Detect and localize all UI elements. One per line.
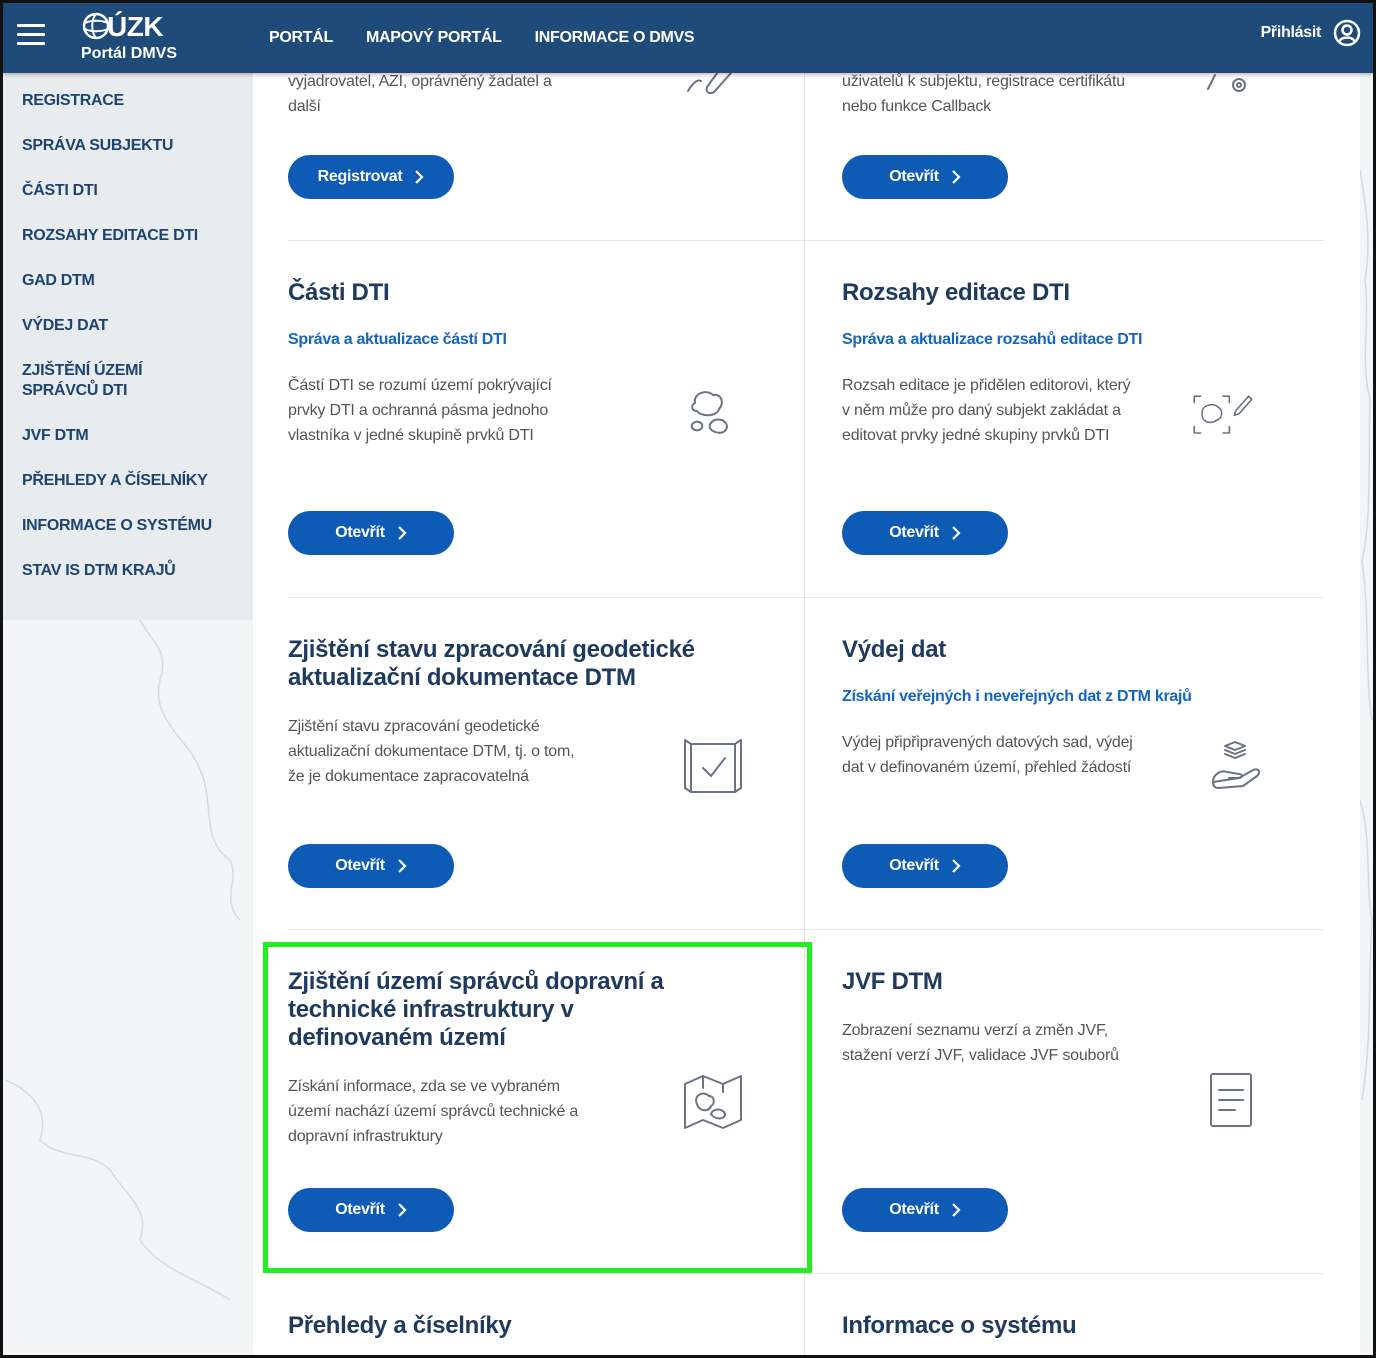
card-title: Přehledy a číselníky xyxy=(288,1312,512,1339)
sidebar-item-zjisteni-uzemi[interactable]: ZJIŠTĚNÍ ÚZEMÍ SPRÁVCŮ DTI xyxy=(3,361,233,401)
login-label: Přihlásit xyxy=(1260,24,1322,41)
card-title: JVF DTM xyxy=(842,968,943,995)
chevron-right-icon xyxy=(397,1203,407,1217)
sidebar-item-sprava-subjektu[interactable]: SPRÁVA SUBJEKTU xyxy=(3,136,253,156)
button-label: Otevřít xyxy=(335,1201,385,1218)
sidebar-item-casti-dti[interactable]: ČÁSTI DTI xyxy=(3,181,253,201)
card-informace: Informace o systému xyxy=(807,1274,1325,1358)
open-button[interactable]: Otevřít xyxy=(288,1188,454,1232)
button-label: Otevřít xyxy=(889,168,939,185)
settings-pen-icon xyxy=(1207,74,1246,92)
cuzk-logo[interactable]: ÚZK Portál DMVS xyxy=(81,9,201,67)
open-button[interactable]: Otevřít xyxy=(842,844,1008,888)
card-title: Výdej dat xyxy=(842,636,946,663)
checked-map-icon xyxy=(684,739,742,793)
nav-info-dmvs[interactable]: INFORMACE O DMVS xyxy=(535,29,695,47)
open-button[interactable]: Otevřít xyxy=(842,155,1008,199)
card-vydej-dat: Výdej dat Získání veřejných i neveřejnýc… xyxy=(807,598,1325,929)
open-button[interactable]: Otevřít xyxy=(288,511,454,555)
card-zjisteni-uzemi: Zjištění území správců dopravní a techni… xyxy=(253,930,771,1273)
sidebar-item-rozsahy-editace[interactable]: ROZSAHY EDITACE DTI xyxy=(3,226,253,246)
sidebar-item-informace[interactable]: INFORMACE O SYSTÉMU xyxy=(3,516,253,536)
card-registrace: vyjadrovatel, AZI, oprávněný žadatel a d… xyxy=(253,73,771,240)
sidebar-item-gad-dtm[interactable]: GAD DTM xyxy=(3,271,253,291)
button-label: Otevřít xyxy=(335,524,385,541)
logo-subtitle: Portál DMVS xyxy=(81,45,178,62)
login-button[interactable]: Přihlásit xyxy=(1261,19,1361,47)
menu-icon[interactable] xyxy=(17,24,45,46)
card-title: Informace o systému xyxy=(842,1312,1077,1339)
card-subtitle: Správa a aktualizace částí DTI xyxy=(288,331,507,348)
top-header: ÚZK Portál DMVS PORTÁL MAPOVÝ PORTÁL INF… xyxy=(3,3,1373,73)
button-label: Otevřít xyxy=(889,857,939,874)
card-sprava-subjektu: uživatelů k subjektu, registrace certifi… xyxy=(807,73,1325,240)
chevron-right-icon xyxy=(951,526,961,540)
register-button[interactable]: Registrovat xyxy=(288,155,454,199)
chevron-right-icon xyxy=(415,170,424,184)
nav-map-portal[interactable]: MAPOVÝ PORTÁL xyxy=(366,29,502,47)
card-description: Částí DTI se rozumí území pokrývající pr… xyxy=(288,377,552,444)
edit-extent-icon xyxy=(1193,395,1253,434)
open-button[interactable]: Otevřít xyxy=(842,1188,1008,1232)
main-content: vyjadrovatel, AZI, oprávněný žadatel a d… xyxy=(253,73,1360,1358)
pen-icon xyxy=(687,73,732,95)
card-title: Zjištění území správců dopravní a techni… xyxy=(288,968,664,1051)
card-jvf-dtm: JVF DTM Zobrazení seznamu verzí a změn J… xyxy=(807,930,1325,1273)
document-icon xyxy=(1210,1073,1252,1127)
nav-portal[interactable]: PORTÁL xyxy=(269,29,333,47)
sidebar-item-prehledy[interactable]: PŘEHLEDY A ČÍSELNÍKY xyxy=(3,471,253,491)
column-divider xyxy=(804,73,805,1358)
button-label: Otevřít xyxy=(889,524,939,541)
sidebar: REGISTRACE SPRÁVA SUBJEKTU ČÁSTI DTI ROZ… xyxy=(3,73,253,620)
chevron-right-icon xyxy=(397,859,407,873)
button-label: Otevřít xyxy=(335,857,385,874)
main-nav: PORTÁL MAPOVÝ PORTÁL INFORMACE O DMVS xyxy=(269,3,727,73)
card-rozsahy-editace: Rozsahy editace DTI Správa a aktualizace… xyxy=(807,241,1325,597)
sidebar-item-registrace[interactable]: REGISTRACE xyxy=(3,91,253,111)
card-description: Zjištění stavu zpracování geodetické akt… xyxy=(288,718,575,785)
card-description: vyjadrovatel, AZI, oprávněný žadatel a d… xyxy=(288,73,552,115)
card-description: Výdej připřipravených datových sad, výde… xyxy=(842,734,1133,776)
button-label: Registrovat xyxy=(317,168,403,185)
card-title: Zjištění stavu zpracování geodetické akt… xyxy=(288,636,695,691)
card-prehledy: Přehledy a číselníky xyxy=(253,1274,771,1358)
open-button[interactable]: Otevřít xyxy=(288,844,454,888)
card-description: Získání informace, zda se ve vybraném úz… xyxy=(288,1078,579,1145)
card-title: Části DTI xyxy=(288,279,390,306)
logo-text: ÚZK xyxy=(107,11,164,42)
sidebar-item-stav-is-dtm[interactable]: STAV IS DTM KRAJŮ xyxy=(3,561,253,581)
card-subtitle: Získání veřejných i neveřejných dat z DT… xyxy=(842,688,1192,705)
chevron-right-icon xyxy=(397,526,407,540)
card-subtitle: Správa a aktualizace rozsahů editace DTI xyxy=(842,331,1143,348)
chevron-right-icon xyxy=(951,1203,961,1217)
chevron-right-icon xyxy=(951,170,961,184)
sidebar-item-jvf-dtm[interactable]: JVF DTM xyxy=(3,426,253,446)
card-gad-dtm: Zjištění stavu zpracování geodetické akt… xyxy=(253,598,771,929)
data-hand-icon xyxy=(1212,741,1261,789)
card-description: uživatelů k subjektu, registrace certifi… xyxy=(842,73,1125,115)
chevron-right-icon xyxy=(951,859,961,873)
card-description: Zobrazení seznamu verzí a změn JVF, staž… xyxy=(842,1022,1119,1064)
open-button[interactable]: Otevřít xyxy=(842,511,1008,555)
territory-map-icon xyxy=(684,1075,742,1129)
area-shapes-icon xyxy=(690,391,728,434)
card-casti-dti: Části DTI Správa a aktualizace částí DTI… xyxy=(253,241,771,597)
card-title: Rozsahy editace DTI xyxy=(842,279,1070,306)
button-label: Otevřít xyxy=(889,1201,939,1218)
user-icon xyxy=(1333,19,1361,47)
sidebar-item-vydej-dat[interactable]: VÝDEJ DAT xyxy=(3,316,253,336)
card-description: Rozsah editace je přidělen editorovi, kt… xyxy=(842,377,1131,444)
